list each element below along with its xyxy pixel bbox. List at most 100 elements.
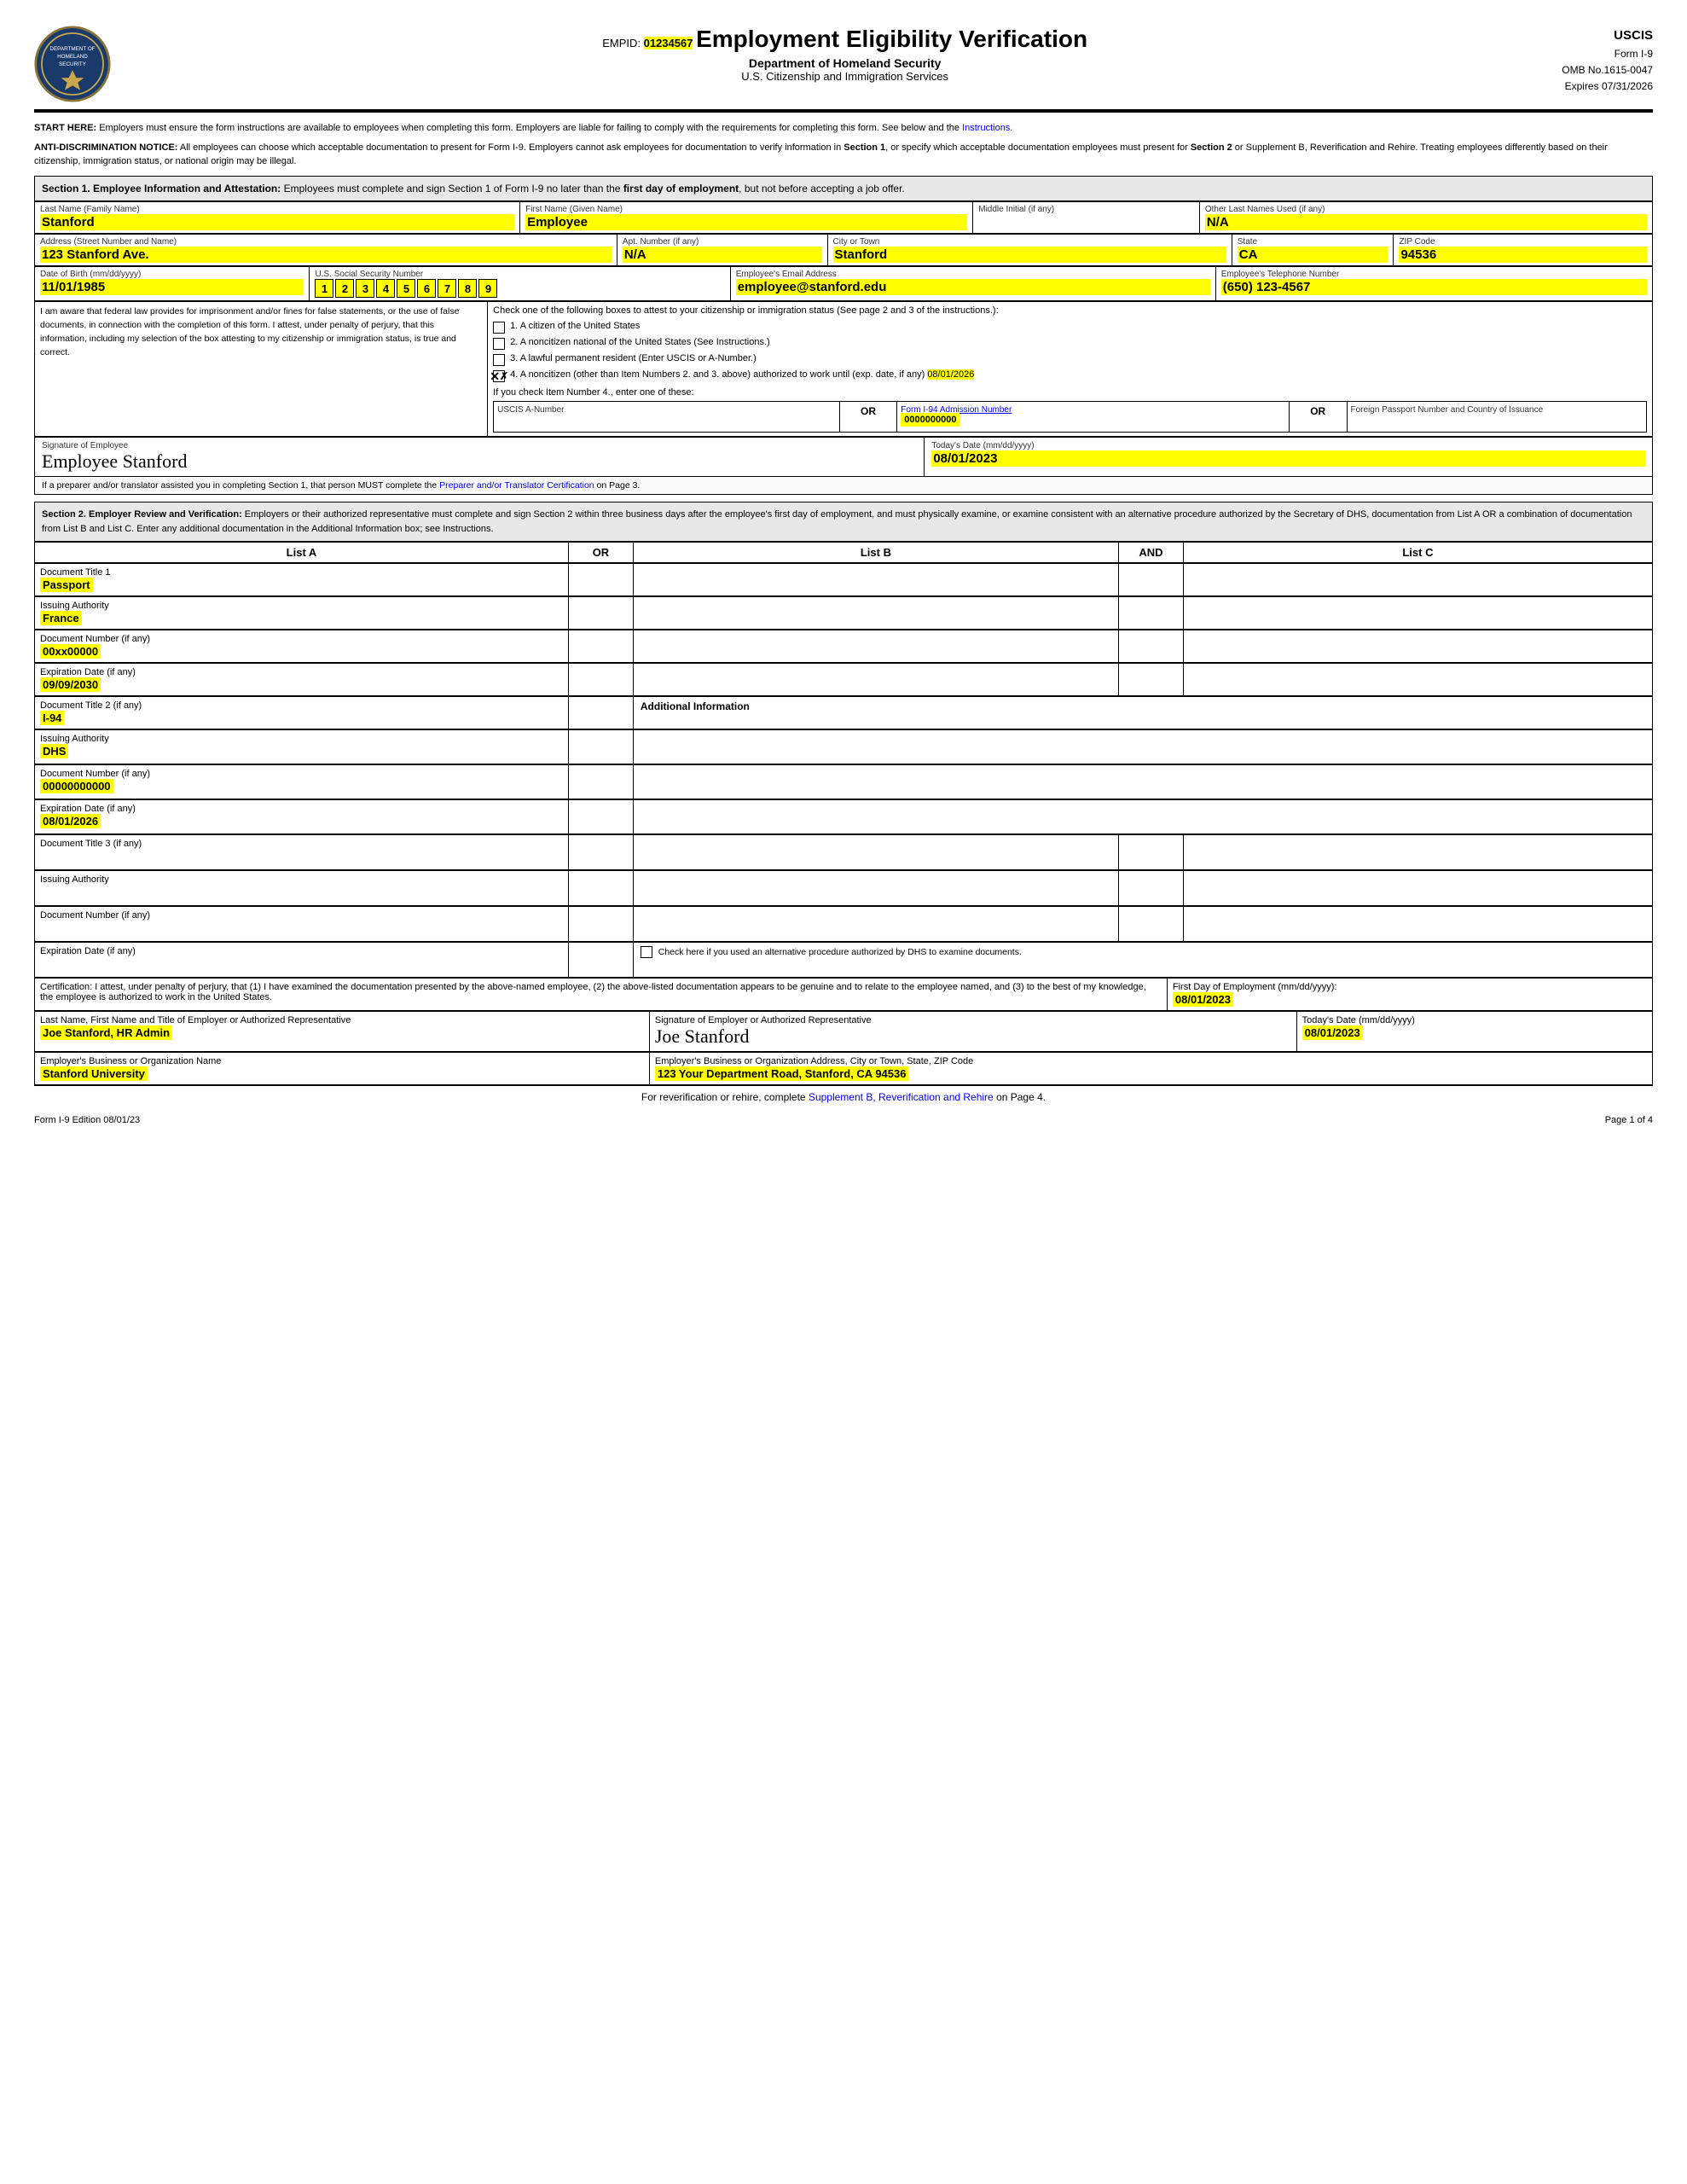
- or-mid-8: [569, 800, 634, 834]
- address-label: Address (Street Number and Name): [40, 237, 612, 247]
- ssn-digit-4: 4: [376, 279, 395, 298]
- svg-text:SECURITY: SECURITY: [59, 61, 87, 67]
- expiry2-label: Expiration Date (if any): [40, 804, 136, 814]
- issuing3-listc-cell: [1183, 871, 1652, 906]
- expiry3-table: Expiration Date (if any) Check here if y…: [34, 942, 1653, 978]
- employer-sig-label: Signature of Employer or Authorized Repr…: [655, 1015, 872, 1025]
- and-mid-2: [1118, 597, 1183, 630]
- ssn-boxes: 1 2 3 4 5 6 7 8 9: [315, 279, 724, 298]
- docnum3-value: [40, 921, 563, 938]
- instructions-link[interactable]: Instructions.: [962, 123, 1012, 133]
- last-name-cell: Last Name (Family Name) Stanford: [35, 202, 520, 234]
- ssn-digit-6: 6: [417, 279, 436, 298]
- and-separator: AND: [1118, 543, 1183, 563]
- or-mid-6: [569, 730, 634, 764]
- start-here-notice: START HERE: Employers must ensure the fo…: [34, 121, 1653, 136]
- today-date-cell: Today's Date (mm/dd/yyyy) 08/01/2023: [925, 438, 1653, 477]
- checkbox3-label: 3. A lawful permanent resident (Enter US…: [510, 353, 757, 363]
- expiry2-table: Expiration Date (if any) 08/01/2026: [34, 799, 1653, 834]
- employer-date-label: Today's Date (mm/dd/yyyy): [1302, 1015, 1415, 1025]
- cert-text-cell: Certification: I attest, under penalty o…: [35, 979, 1168, 1011]
- page-number: Page 1 of 4: [1605, 1115, 1653, 1125]
- and-mid-10: [1118, 871, 1183, 906]
- address-row-table: Address (Street Number and Name) 123 Sta…: [34, 234, 1653, 266]
- empid-line: EMPID: 01234567 Employment Eligibility V…: [128, 26, 1562, 53]
- docnum3-label: Document Number (if any): [40, 910, 150, 921]
- ssn-digit-1: 1: [315, 279, 333, 298]
- edition-label: Form I-9 Edition 08/01/23: [34, 1115, 140, 1125]
- doc1-title-value: Passport: [40, 578, 93, 592]
- expiry1-cell: Expiration Date (if any) 09/09/2030: [35, 664, 569, 696]
- today-date-value: 08/01/2023: [931, 450, 1645, 467]
- checkbox3[interactable]: [493, 354, 505, 366]
- issuing3-cell: Issuing Authority: [35, 871, 569, 906]
- alt-procedure-cell: Check here if you used an alternative pr…: [633, 943, 1652, 978]
- cert-text: Certification: I attest, under penalty o…: [40, 982, 1146, 1002]
- issuing1-listb-cell: [633, 597, 1118, 630]
- reverif-footer: For reverification or rehire, complete S…: [34, 1085, 1653, 1108]
- docnum1-cell: Document Number (if any) 00xx00000: [35, 630, 569, 663]
- checkbox1[interactable]: [493, 322, 505, 334]
- docnum1-listb-cell: [633, 630, 1118, 663]
- work-until-date: 08/01/2026: [927, 369, 974, 380]
- docnum3-table: Document Number (if any): [34, 906, 1653, 942]
- address-cell: Address (Street Number and Name) 123 Sta…: [35, 235, 617, 266]
- issuing3-label: Issuing Authority: [40, 874, 109, 885]
- ssn-label: U.S. Social Security Number: [315, 270, 724, 279]
- checkbox1-label: 1. A citizen of the United States: [510, 321, 640, 331]
- list-a-header: List A: [35, 543, 569, 563]
- section2-header: Section 2. Employer Review and Verificat…: [34, 502, 1653, 542]
- passport-cell: Foreign Passport Number and Country of I…: [1347, 402, 1647, 433]
- org-name-label: Employer's Business or Organization Name: [40, 1056, 221, 1066]
- expiry1-table: Expiration Date (if any) 09/09/2030: [34, 663, 1653, 696]
- uscis-a-label: USCIS A-Number: [497, 405, 836, 415]
- additional-info-content2: [633, 765, 1652, 799]
- attestation-right: Check one of the following boxes to atte…: [488, 302, 1653, 437]
- first-name-label: First Name (Given Name): [525, 205, 967, 214]
- first-day-cell: First Day of Employment (mm/dd/yyyy): 08…: [1167, 979, 1652, 1011]
- checkbox2[interactable]: [493, 338, 505, 350]
- supplement-b-link[interactable]: Supplement B, Reverification and Rehire: [809, 1091, 994, 1103]
- docnum3-cell: Document Number (if any): [35, 907, 569, 942]
- anti-discrimination-notice: ANTI-DISCRIMINATION NOTICE: All employee…: [34, 141, 1653, 169]
- checkbox4[interactable]: ✕: [493, 370, 505, 382]
- issuing1-table: Issuing Authority France: [34, 596, 1653, 630]
- list-c-header: List C: [1183, 543, 1652, 563]
- signature-table: Signature of Employee Employee Stanford …: [34, 437, 1653, 477]
- expiry1-value: 09/09/2030: [40, 677, 101, 692]
- issuing3-listb-cell: [633, 871, 1118, 906]
- expiry1-label: Expiration Date (if any): [40, 667, 136, 677]
- email-cell: Employee's Email Address employee@stanfo…: [730, 267, 1215, 301]
- attestation-instruction: Check one of the following boxes to atte…: [493, 305, 1647, 316]
- org-name-value: Stanford University: [40, 1066, 148, 1081]
- expiry3-value: [40, 956, 563, 973]
- issuing3-value: [40, 885, 563, 902]
- doc3-table: Document Title 3 (if any): [34, 834, 1653, 870]
- form94-value: 0000000000: [901, 413, 959, 427]
- doc3-listb-cell: [633, 835, 1118, 870]
- ssn-digit-7: 7: [438, 279, 456, 298]
- svg-text:DEPARTMENT OF: DEPARTMENT OF: [49, 46, 95, 52]
- middle-initial-cell: Middle Initial (if any): [973, 202, 1200, 234]
- dob-value: 11/01/1985: [40, 279, 304, 295]
- apt-cell: Apt. Number (if any) N/A: [617, 235, 827, 266]
- expiry2-value: 08/01/2026: [40, 814, 101, 828]
- doc2-table: Document Title 2 (if any) I-94 Additiona…: [34, 696, 1653, 729]
- issuing2-cell: Issuing Authority DHS: [35, 730, 569, 764]
- phone-value: (650) 123-4567: [1221, 279, 1647, 295]
- alt-procedure-checkbox[interactable]: [641, 946, 652, 958]
- first-day-label: First Day of Employment (mm/dd/yyyy):: [1173, 982, 1337, 992]
- city-cell: City or Town Stanford: [827, 235, 1232, 266]
- zip-label: ZIP Code: [1399, 237, 1647, 247]
- preparer-link[interactable]: Preparer and/or Translator Certification: [439, 480, 594, 491]
- ssn-cell: U.S. Social Security Number 1 2 3 4 5 6 …: [310, 267, 730, 301]
- state-cell: State CA: [1232, 235, 1394, 266]
- zip-cell: ZIP Code 94536: [1394, 235, 1653, 266]
- and-mid-1: [1118, 564, 1183, 596]
- first-day-value: 08/01/2023: [1173, 992, 1233, 1007]
- expires: Expires 07/31/2026: [1562, 78, 1653, 95]
- city-label: City or Town: [833, 237, 1226, 247]
- employer-sig-value: Joe Stanford: [655, 1025, 750, 1047]
- address-value: 123 Stanford Ave.: [40, 247, 612, 263]
- additional-info-content3: [633, 800, 1652, 834]
